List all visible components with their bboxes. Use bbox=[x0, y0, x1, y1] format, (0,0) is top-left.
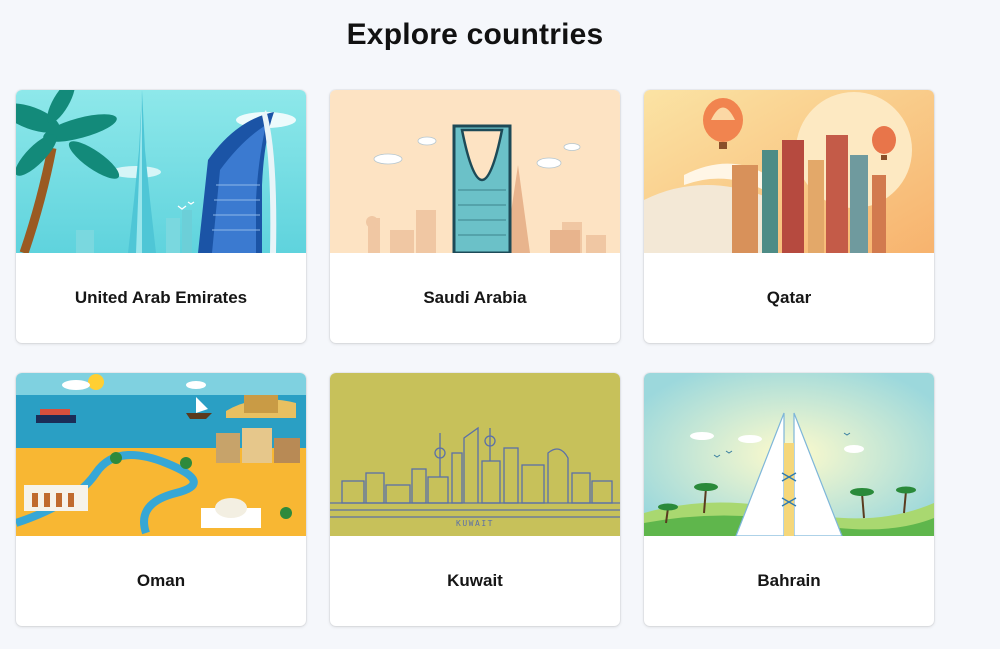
country-name: Qatar bbox=[766, 288, 812, 307]
country-card-qatar[interactable]: Qatar bbox=[644, 90, 934, 343]
explore-countries-page: Explore countries United Arab Emirates S… bbox=[0, 0, 1000, 649]
page-title: Explore countries bbox=[346, 18, 604, 51]
country-name: Saudi Arabia bbox=[423, 288, 527, 307]
dubai-skyline-illustration bbox=[16, 90, 306, 253]
country-name: Kuwait bbox=[447, 571, 503, 590]
country-card-kuwait[interactable]: KUWAIT Kuwait bbox=[330, 373, 620, 626]
doha-skyline-illustration bbox=[644, 90, 934, 253]
country-name: United Arab Emirates bbox=[74, 288, 248, 307]
country-name: Oman bbox=[136, 571, 186, 590]
country-card-united-arab-emirates[interactable]: United Arab Emirates bbox=[16, 90, 306, 343]
kuwait-skyline-illustration: KUWAIT bbox=[330, 373, 620, 536]
oman-map-illustration bbox=[16, 373, 306, 536]
kuwait-art-text: KUWAIT bbox=[456, 519, 494, 528]
riyadh-skyline-illustration bbox=[330, 90, 620, 253]
country-card-saudi-arabia[interactable]: Saudi Arabia bbox=[330, 90, 620, 343]
country-card-bahrain[interactable]: Bahrain bbox=[644, 373, 934, 626]
country-name: Bahrain bbox=[757, 571, 821, 590]
manama-towers-illustration bbox=[644, 373, 934, 536]
country-card-oman[interactable]: Oman bbox=[16, 373, 306, 626]
